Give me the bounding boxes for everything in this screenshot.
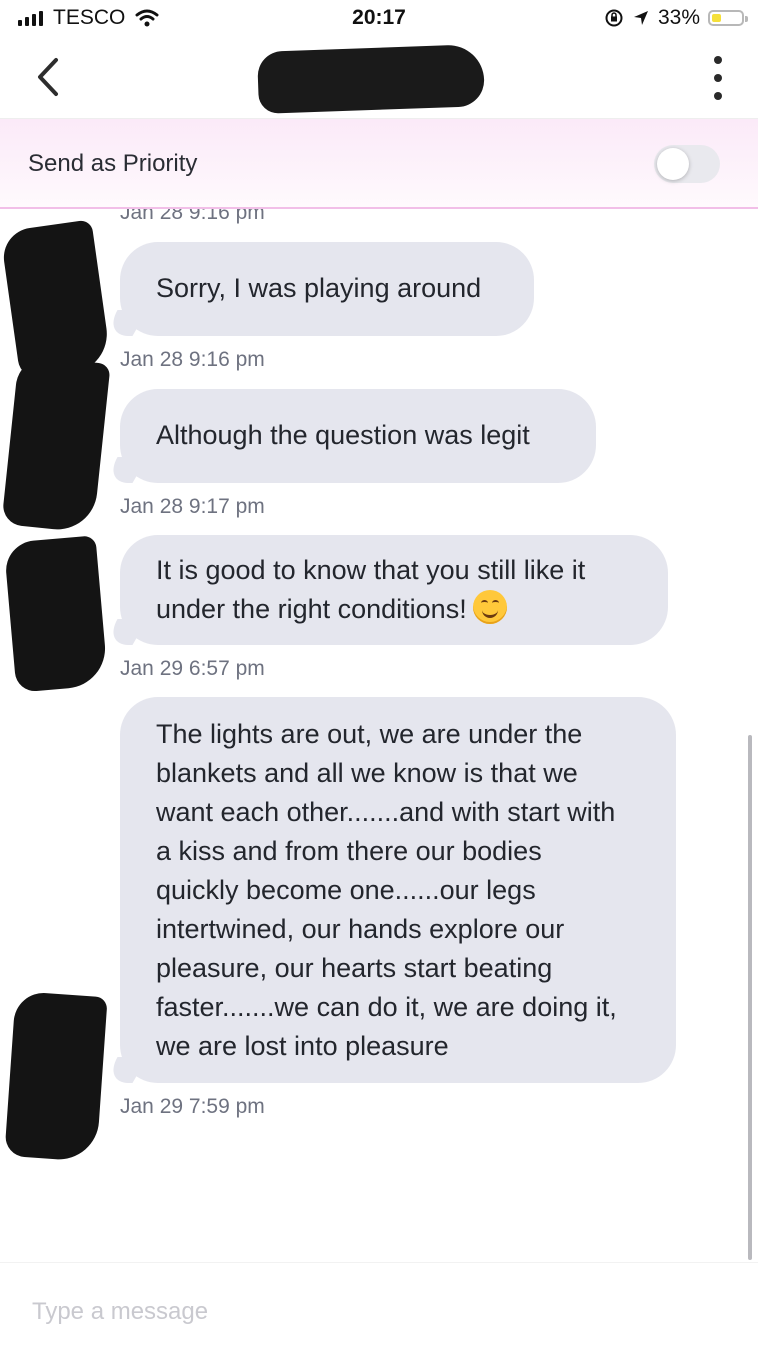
- priority-label: Send as Priority: [28, 150, 198, 177]
- avatar: [0, 219, 112, 381]
- priority-toggle[interactable]: [654, 145, 720, 183]
- redaction-mark: [256, 44, 486, 114]
- message-timestamp: Jan 29 7:59 pm: [120, 1095, 265, 1118]
- message-text: It is good to know that you still like i…: [156, 551, 638, 629]
- message-timestamp: Jan 28 9:16 pm: [120, 209, 265, 224]
- location-icon: [633, 11, 648, 25]
- composer: [0, 1262, 758, 1349]
- message-bubble[interactable]: The lights are out, we are under the bla…: [102, 697, 676, 1083]
- message-timestamp: Jan 28 9:17 pm: [120, 495, 265, 518]
- message-text-content: It is good to know that you still like i…: [156, 555, 586, 624]
- message-list[interactable]: Jan 28 9:16 pm Sorry, I was playing arou…: [0, 209, 758, 1259]
- smiling-face-emoji: [472, 590, 507, 624]
- avatar: [3, 535, 109, 693]
- status-bar: TESCO 20:17 33%: [0, 0, 758, 40]
- message-text: Although the question was legit: [156, 420, 530, 450]
- message-bubble[interactable]: Although the question was legit: [102, 389, 596, 483]
- status-right: 33%: [604, 6, 748, 30]
- avatar: [4, 990, 108, 1163]
- message-timestamp: Jan 28 9:16 pm: [120, 348, 265, 371]
- more-vertical-icon: [714, 56, 722, 64]
- message-bubble[interactable]: It is good to know that you still like i…: [102, 535, 668, 645]
- more-options-button[interactable]: [708, 56, 728, 100]
- message-text: The lights are out, we are under the bla…: [156, 719, 617, 1061]
- message-input[interactable]: [30, 1291, 714, 1333]
- priority-bar: Send as Priority: [0, 119, 758, 209]
- message-text: Sorry, I was playing around: [156, 273, 482, 303]
- avatar: [1, 354, 111, 534]
- scrollbar[interactable]: [748, 735, 752, 1260]
- message-bubble[interactable]: Sorry, I was playing around: [102, 242, 534, 336]
- toggle-knob: [657, 148, 689, 180]
- orientation-lock-icon: [605, 9, 623, 27]
- battery-fill: [712, 14, 721, 22]
- message-timestamp: Jan 29 6:57 pm: [120, 657, 265, 680]
- battery-icon: [708, 10, 748, 26]
- chat-header: Durantey: [0, 40, 758, 119]
- battery-percent: 33%: [657, 6, 700, 29]
